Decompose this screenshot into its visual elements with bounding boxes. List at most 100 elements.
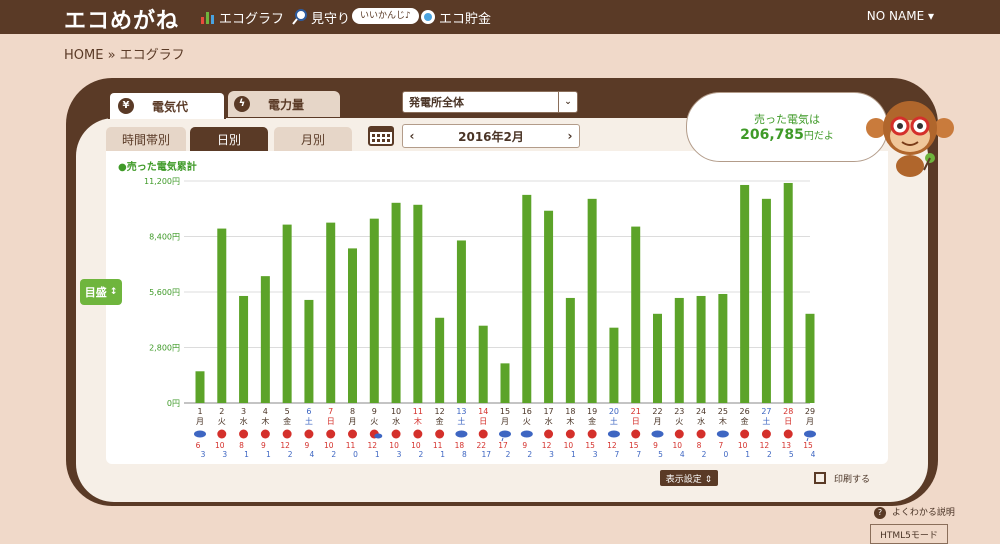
coin-icon: [420, 9, 436, 25]
temp-low: 1: [440, 450, 445, 459]
yen-icon: ¥: [118, 98, 134, 114]
x-tick-day: 15: [500, 407, 510, 416]
summary-value: 206,785: [740, 127, 804, 143]
nav-mimamori[interactable]: 見守り: [292, 6, 350, 28]
x-tick-weekday: 木: [719, 416, 727, 426]
x-tick-day: 24: [696, 407, 706, 416]
temp-low: 0: [723, 450, 728, 459]
print-button[interactable]: 印刷する: [814, 470, 870, 486]
nav-ecograph-label: エコグラフ: [219, 11, 285, 27]
bar: [587, 198, 597, 403]
prev-month-button[interactable]: ‹: [403, 129, 421, 143]
x-tick-weekday: 月: [654, 417, 662, 426]
temp-high: 9: [261, 441, 266, 450]
temp-high: 18: [455, 441, 465, 450]
print-button-label: 印刷する: [834, 474, 871, 485]
help-link[interactable]: ? よくわかる説明: [874, 505, 955, 519]
x-tick-weekday: 月: [349, 417, 357, 426]
tab-power-amount[interactable]: ϟ 電力量: [228, 91, 340, 117]
temp-low: 1: [745, 450, 750, 459]
rain-weather-icon: [804, 430, 816, 438]
bar: [805, 313, 815, 403]
temp-high: 9: [653, 441, 658, 450]
bar: [435, 317, 445, 403]
x-tick-day: 12: [435, 407, 445, 416]
temp-high: 8: [697, 441, 702, 450]
scale-toggle-button[interactable]: 目盛 ↕: [80, 279, 122, 305]
bar: [696, 295, 706, 403]
nav-eco-savings[interactable]: エコ貯金: [420, 6, 491, 28]
tab-electricity-cost[interactable]: ¥ 電気代: [108, 91, 226, 119]
help-link-label: よくわかる説明: [891, 508, 955, 518]
bar: [304, 299, 314, 403]
x-tick-day: 8: [350, 407, 355, 416]
sun-weather-icon: [783, 429, 793, 439]
x-tick-weekday: 金: [588, 416, 596, 426]
temp-high: 11: [433, 441, 443, 450]
sun-weather-icon: [587, 429, 597, 439]
bar: [348, 248, 357, 403]
calendar-icon[interactable]: [368, 124, 394, 146]
user-menu[interactable]: NO NAME ▾: [867, 9, 934, 23]
sun-weather-icon: [674, 429, 684, 439]
sun-weather-icon: [761, 429, 771, 439]
y-tick-label: 11,200円: [144, 177, 180, 186]
summary-amount: 206,785円だよ: [687, 127, 887, 143]
x-tick-weekday: 日: [784, 417, 792, 426]
temp-high: 10: [389, 441, 399, 450]
x-tick-day: 4: [263, 407, 268, 416]
temp-low: 8: [462, 450, 467, 459]
plant-select[interactable]: 発電所全体 ⌄: [402, 91, 578, 113]
x-tick-weekday: 火: [370, 417, 378, 426]
x-tick-day: 23: [674, 407, 684, 416]
nav-ecograph[interactable]: エコグラフ: [200, 6, 284, 28]
temp-high: 10: [673, 441, 683, 450]
temp-low: 3: [201, 450, 206, 459]
x-tick-day: 25: [718, 407, 728, 416]
summary-label: 売った電気は: [754, 113, 820, 126]
breadcrumb[interactable]: HOME » エコグラフ: [64, 44, 185, 63]
nav-eco-savings-label: エコ貯金: [439, 11, 492, 27]
sun-weather-icon: [435, 429, 445, 439]
app-logo[interactable]: エコめがね: [64, 3, 179, 35]
x-tick-weekday: 日: [632, 417, 640, 426]
sun-weather-icon: [565, 429, 575, 439]
x-tick-day: 10: [391, 407, 401, 416]
temp-high: 15: [803, 441, 813, 450]
bar: [718, 293, 728, 403]
x-tick-weekday: 土: [305, 416, 313, 426]
temp-low: 3: [549, 450, 554, 459]
x-tick-day: 17: [543, 407, 553, 416]
sales-summary-bubble: 売った電気は 206,785円だよ: [686, 92, 888, 162]
temp-high: 15: [629, 441, 639, 450]
sun-weather-icon: [217, 429, 227, 439]
tab-hourly[interactable]: 時間帯別: [106, 127, 186, 151]
bar: [740, 184, 750, 403]
x-tick-weekday: 木: [261, 416, 269, 426]
sun-weather-icon: [304, 429, 314, 439]
cloud-weather-icon: [716, 430, 729, 438]
display-settings-button[interactable]: 表示設定 ⇕: [660, 470, 718, 486]
temp-low: 7: [615, 450, 620, 459]
tab-daily[interactable]: 日別: [190, 127, 268, 151]
bar-chart-icon: [200, 9, 216, 25]
temp-high: 13: [781, 441, 791, 450]
x-tick-day: 5: [285, 407, 290, 416]
temp-high: 17: [498, 441, 508, 450]
rain-weather-icon: [499, 430, 511, 438]
temp-high: 8: [239, 441, 244, 450]
cloud-weather-icon: [520, 430, 533, 438]
tab-monthly[interactable]: 月別: [274, 127, 352, 151]
x-tick-weekday: 火: [218, 417, 226, 426]
x-tick-weekday: 金: [436, 416, 444, 426]
next-month-button[interactable]: ›: [561, 129, 579, 143]
nav-mimamori-label: 見守り: [311, 11, 351, 27]
html5-mode-button[interactable]: HTML5モード: [870, 524, 948, 544]
temp-low: 1: [244, 450, 249, 459]
bar: [544, 210, 554, 403]
sun-weather-icon: [631, 429, 641, 439]
x-tick-weekday: 金: [741, 416, 749, 426]
temp-low: 2: [506, 450, 511, 459]
sun-weather-icon: [260, 429, 270, 439]
bar: [565, 297, 575, 403]
